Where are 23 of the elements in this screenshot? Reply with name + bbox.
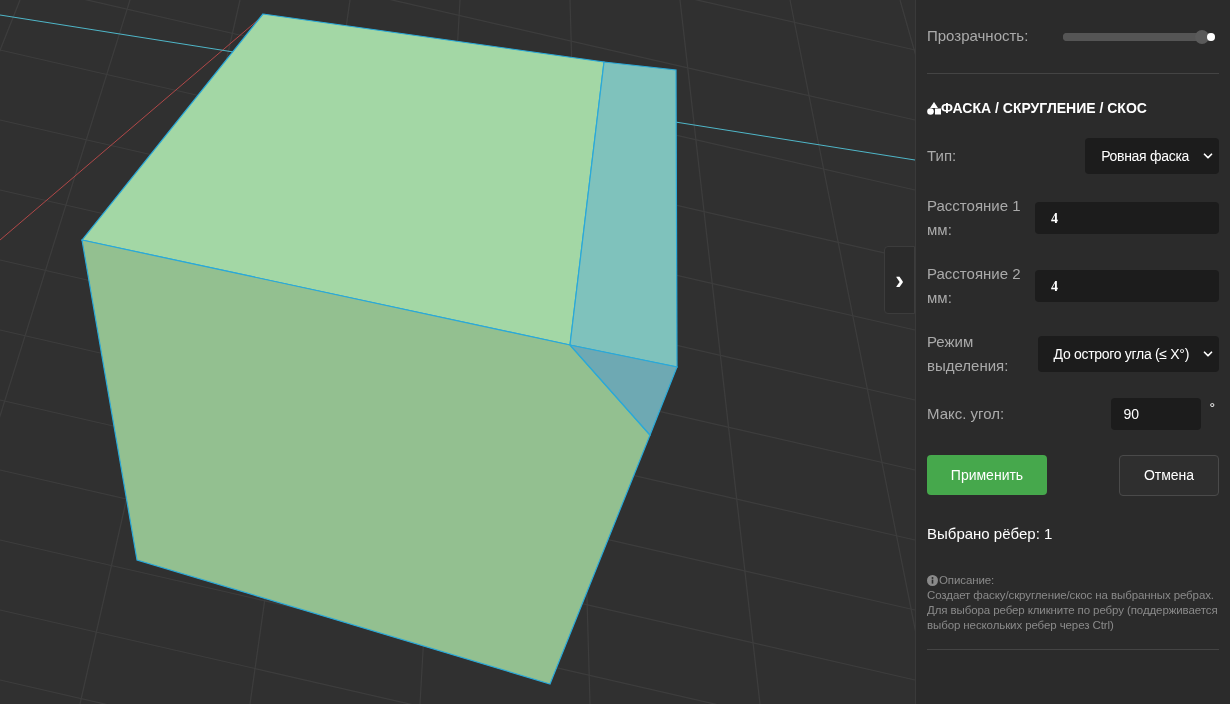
description-title: Описание: <box>939 572 995 588</box>
collapse-button[interactable]: › <box>884 246 915 314</box>
selected-count: Выбрано рёбер: 1 <box>927 524 1054 544</box>
select-field[interactable]: Ровная фаска <box>1085 138 1219 174</box>
shapes-icon <box>927 101 941 115</box>
cancel-button[interactable]: Отмена <box>1119 455 1219 496</box>
field-label: Режим выделения: <box>927 333 1009 374</box>
field-label: Тип: <box>927 147 957 164</box>
field-label: Макс. угол: <box>927 405 1005 422</box>
select-field[interactable]: До острого угла (≤ X°) <box>1037 336 1219 372</box>
input-field[interactable]: 4 <box>1035 202 1219 234</box>
description-text: Создает фаску/скругление/скос на выбранных ребрах. <box>927 587 1215 603</box>
input-field[interactable]: 90 <box>1111 398 1202 430</box>
description-text: Для выбора ребер кликните по ребру (поддерживается выбор нескольких ребер через Ctrl) <box>927 602 1219 633</box>
section-title: ФАСКА / СКРУГЛЕНИЕ / СКОС <box>941 98 1147 118</box>
info-icon <box>927 574 938 586</box>
field-label: Расстояние 1 мм: <box>927 197 1021 238</box>
input-field[interactable]: 4 <box>1035 270 1219 302</box>
opacity-slider[interactable] <box>1063 32 1215 41</box>
field-label: Расстояние 2 мм: <box>927 265 1021 306</box>
unit-label: ° <box>1209 399 1215 418</box>
slider-thumb[interactable] <box>1195 29 1210 44</box>
opacity-label: Прозрачность: <box>927 26 1029 47</box>
